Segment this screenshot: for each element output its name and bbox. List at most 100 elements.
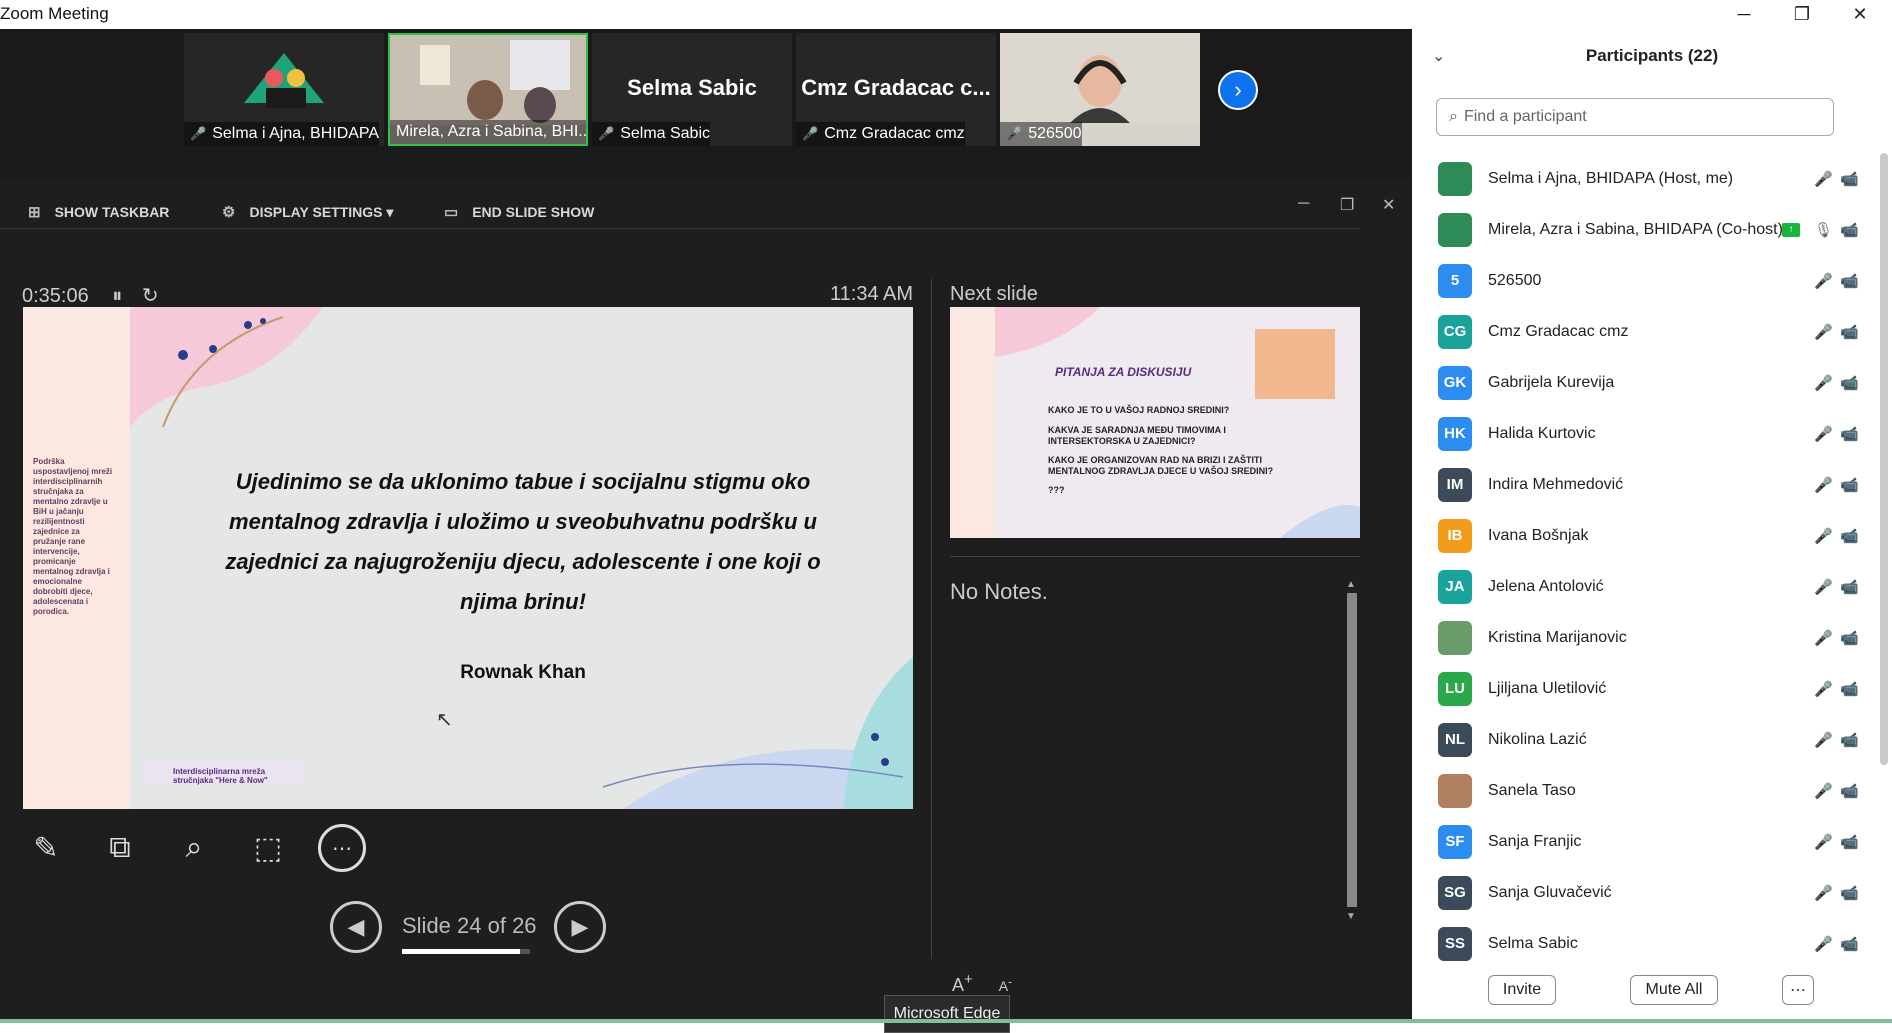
muted-mic-icon[interactable]: 🎤 (1814, 476, 1833, 494)
participant-name: Sanja Franjic (1488, 832, 1582, 850)
minimize-icon[interactable]: ─ (1298, 195, 1309, 213)
participant-row[interactable]: HK Halida Kurtovic 🎤 📹 (1412, 408, 1872, 459)
next-slide-decoration-image (950, 307, 1360, 538)
camera-off-icon[interactable]: 📹 (1840, 578, 1859, 596)
participant-name: Cmz Gradacac cmz (1488, 322, 1629, 340)
camera-icon[interactable]: 📹 (1840, 272, 1859, 290)
decrease-font-icon[interactable]: A- (999, 975, 1012, 994)
participant-name: Halida Kurtovic (1488, 424, 1596, 442)
muted-mic-icon[interactable]: 🎤 (1814, 323, 1833, 341)
mute-all-button[interactable]: Mute All (1630, 975, 1718, 1005)
muted-mic-icon[interactable]: 🎤 (1814, 680, 1833, 698)
next-page-arrow-icon[interactable]: › (1218, 70, 1258, 110)
camera-off-icon[interactable]: 📹 (1840, 476, 1859, 494)
participant-row[interactable]: SG Sanja Gluvačević 🎤 📹 (1412, 867, 1872, 918)
participant-row[interactable]: 5 526500 🎤 📹 (1412, 255, 1872, 306)
camera-off-icon[interactable]: 📹 (1840, 884, 1859, 902)
black-screen-icon[interactable]: ⬚ (244, 824, 292, 872)
close-icon[interactable]: ✕ (1382, 195, 1395, 215)
camera-off-icon[interactable]: 📹 (1840, 323, 1859, 341)
search-input[interactable] (1463, 108, 1804, 126)
taskbar-tooltip: Microsoft Edge (884, 995, 1010, 1033)
muted-mic-icon[interactable]: 🎤 (1814, 374, 1833, 392)
scroll-down-icon[interactable]: ▼ (1346, 911, 1356, 922)
muted-mic-icon[interactable]: 🎤 (1814, 272, 1833, 290)
participant-row[interactable]: LU Ljiljana Uletilović 🎤 📹 (1412, 663, 1872, 714)
muted-mic-icon[interactable]: 🎤 (1814, 935, 1833, 953)
restore-icon[interactable]: ❐ (1774, 0, 1830, 29)
next-slide-button[interactable]: ▶ (554, 901, 606, 953)
presenter-view: ⊞ SHOW TASKBAR ⚙ DISPLAY SETTINGS ▾ ▭ END S… (0, 179, 1412, 1021)
camera-icon[interactable]: 📹 (1840, 629, 1859, 647)
zoom-icon[interactable]: ⌕ (170, 824, 218, 872)
previous-slide-button[interactable]: ◀ (330, 901, 382, 953)
pen-icon[interactable]: ✎ (22, 824, 70, 872)
muted-mic-icon[interactable]: 🎤 (1814, 731, 1833, 749)
avatar: JA (1438, 569, 1472, 604)
display-settings-button[interactable]: ⚙ DISPLAY SETTINGS ▾ (222, 203, 393, 222)
participant-row[interactable]: Selma i Ajna, BHIDAPA (Host, me) 🎤 📹 (1412, 153, 1872, 204)
slides-grid-icon[interactable]: ⧉ (96, 824, 144, 872)
participant-name: Kristina Marijanovic (1488, 628, 1627, 646)
participant-row[interactable]: NL Nikolina Lazić 🎤 📹 (1412, 714, 1872, 765)
minimize-icon[interactable]: ─ (1716, 0, 1772, 29)
muted-mic-icon[interactable]: 🎤 (1814, 170, 1833, 188)
camera-icon[interactable]: 📹 (1840, 731, 1859, 749)
restart-icon[interactable]: ↻ (142, 285, 159, 307)
end-slide-show-button[interactable]: ▭ END SLIDE SHOW (444, 203, 594, 221)
participant-row[interactable]: Kristina Marijanovic 🎤 📹 (1412, 612, 1872, 663)
show-taskbar-button[interactable]: ⊞ SHOW TASKBAR (28, 203, 169, 221)
more-options-icon[interactable]: ⋯ (318, 824, 366, 872)
camera-off-icon[interactable]: 📹 (1840, 170, 1859, 188)
video-tile[interactable]: Selma Sabic 🎤 Selma Sabic (592, 33, 792, 146)
muted-mic-icon[interactable]: 🎤 (1814, 425, 1833, 443)
muted-mic-icon[interactable]: 🎤 (1814, 629, 1833, 647)
muted-mic-icon[interactable]: 🎤 (1814, 782, 1833, 800)
muted-mic-icon[interactable]: 🎤 (1814, 578, 1833, 596)
camera-off-icon[interactable]: 📹 (1840, 527, 1859, 545)
video-tile[interactable]: Cmz Gradacac c... 🎤 Cmz Gradacac cmz (796, 33, 996, 146)
mic-icon[interactable]: 🎙 (1814, 221, 1833, 239)
video-strip: 🎤 Selma i Ajna, BHIDAPA Mirela, Azra i Sa… (0, 29, 1412, 149)
avatar: IM (1438, 467, 1472, 502)
participant-row[interactable]: SS Selma Sabic 🎤 📹 (1412, 918, 1872, 969)
participant-row[interactable]: SF Sanja Franjic 🎤 📹 (1412, 816, 1872, 867)
participant-row[interactable]: IM Indira Mehmedović 🎤 📹 (1412, 459, 1872, 510)
participant-row[interactable]: IB Ivana Bošnjak 🎤 📹 (1412, 510, 1872, 561)
video-tile-active-speaker[interactable]: Mirela, Azra i Sabina, BHI... (388, 33, 588, 146)
participants-panel: ⌄ Participants (22) ⌕ Selma i Ajna, BHID… (1412, 29, 1892, 1021)
camera-off-icon[interactable]: 📹 (1840, 680, 1859, 698)
muted-mic-icon[interactable]: 🎤 (1814, 884, 1833, 902)
next-slide-preview[interactable]: PITANJA ZA DISKUSIJU KAKO JE TO U VAŠOJ … (950, 307, 1360, 538)
more-options-icon[interactable]: ⋯ (1782, 975, 1814, 1005)
participant-row[interactable]: JA Jelena Antolović 🎤 📹 (1412, 561, 1872, 612)
scroll-up-icon[interactable]: ▲ (1346, 579, 1356, 590)
participant-scrollbar[interactable] (1880, 153, 1888, 765)
notes-text: No Notes. (950, 579, 1048, 604)
camera-off-icon[interactable]: 📹 (1840, 425, 1859, 443)
pause-icon[interactable]: ⏸ (112, 285, 122, 307)
participant-row[interactable]: Sanela Taso 🎤 📹 (1412, 765, 1872, 816)
camera-off-icon[interactable]: 📹 (1840, 935, 1859, 953)
cursor-icon: ↖ (436, 709, 453, 731)
close-icon[interactable]: ✕ (1832, 0, 1888, 29)
camera-off-icon[interactable]: 📹 (1840, 833, 1859, 851)
muted-mic-icon[interactable]: 🎤 (1814, 833, 1833, 851)
participant-row[interactable]: GK Gabrijela Kurevija 🎤 📹 (1412, 357, 1872, 408)
participant-search[interactable]: ⌕ (1436, 98, 1834, 136)
participant-row[interactable]: Mirela, Azra i Sabina, BHIDAPA (Co-host)… (1412, 204, 1872, 255)
video-tile[interactable]: 🎤 526500 (1000, 33, 1200, 146)
camera-off-icon[interactable]: 📹 (1840, 374, 1859, 392)
muted-mic-icon[interactable]: 🎤 (1814, 527, 1833, 545)
camera-off-icon[interactable]: 📹 (1840, 782, 1859, 800)
avatar: SS (1438, 926, 1472, 961)
taskbar-icon: ⊞ (28, 204, 41, 221)
notes-scrollbar[interactable]: ▲ ▼ (1345, 579, 1359, 924)
increase-font-icon[interactable]: A+ (952, 971, 973, 995)
participants-header: Participants (22) (1585, 46, 1719, 65)
participant-row[interactable]: CG Cmz Gradacac cmz 🎤 📹 (1412, 306, 1872, 357)
camera-icon[interactable]: 📹 (1840, 221, 1859, 239)
video-tile[interactable]: 🎤 Selma i Ajna, BHIDAPA (184, 33, 384, 146)
invite-button[interactable]: Invite (1488, 975, 1556, 1005)
restore-icon[interactable]: ❐ (1340, 195, 1354, 215)
